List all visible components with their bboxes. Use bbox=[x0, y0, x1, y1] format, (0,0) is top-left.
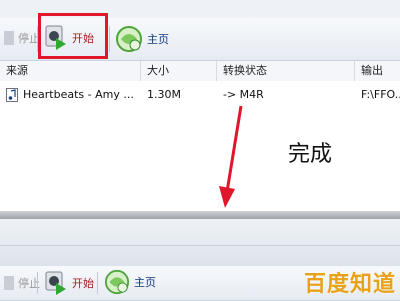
completion-annotation: 完成 bbox=[288, 142, 333, 167]
start-play-icon bbox=[44, 270, 68, 296]
stop-icon bbox=[4, 275, 14, 291]
start-button[interactable]: 开始 bbox=[44, 270, 94, 296]
splitter[interactable] bbox=[0, 211, 400, 219]
watermark: 百度知道 bbox=[303, 272, 396, 297]
stop-button[interactable]: 停止 bbox=[4, 275, 40, 291]
home-label: 主页 bbox=[134, 276, 156, 289]
start-label: 开始 bbox=[72, 277, 94, 290]
toolbar-separator bbox=[37, 272, 38, 294]
log-panel bbox=[0, 219, 400, 266]
home-button[interactable]: 主页 bbox=[104, 269, 156, 295]
divider bbox=[0, 245, 400, 246]
toolbar-separator bbox=[97, 272, 98, 294]
home-globe-icon bbox=[104, 269, 130, 295]
